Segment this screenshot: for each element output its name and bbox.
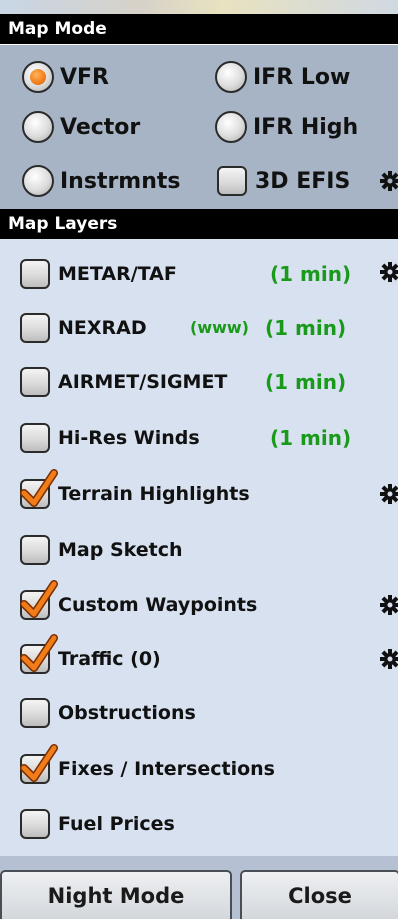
checkbox-unchecked-icon	[20, 259, 50, 289]
checkbox-unchecked-icon	[20, 423, 50, 453]
checkbox-unchecked-icon	[20, 809, 50, 839]
gear-icon-efis[interactable]	[380, 171, 400, 191]
map-layers-header: Map Layers	[0, 209, 405, 239]
layer-map-sketch-label: Map Sketch	[58, 539, 183, 561]
gear-icon-terrain[interactable]	[380, 484, 400, 504]
layer-airmet-sigmet-label: AIRMET/SIGMET	[58, 371, 228, 393]
layer-nexrad-label: NEXRAD	[58, 317, 147, 339]
layer-nexrad[interactable]: NEXRAD	[20, 308, 147, 348]
map-mode-panel: VFR IFR Low Vector IFR High Instrmnts 3D…	[0, 45, 405, 209]
radio-selected-icon	[22, 61, 54, 93]
layer-hi-res-winds[interactable]: Hi-Res Winds	[20, 418, 200, 458]
layer-fuel-prices-label: Fuel Prices	[58, 813, 175, 835]
layer-fixes-intersections[interactable]: Fixes / Intersections	[20, 744, 275, 789]
layer-hi-res-winds-age: (1 min)	[270, 426, 352, 450]
layer-nexrad-www: (www)	[190, 318, 249, 337]
checkbox-unchecked-icon	[20, 367, 50, 397]
radio-unselected-icon	[22, 165, 54, 197]
gear-icon-metar[interactable]	[380, 262, 400, 282]
layer-traffic-label: Traffic (0)	[58, 648, 161, 670]
layer-airmet-sigmet-age: (1 min)	[265, 370, 347, 394]
layer-metar-taf-age: (1 min)	[270, 262, 352, 286]
layer-custom-waypoints-label: Custom Waypoints	[58, 594, 258, 616]
close-button[interactable]: Close	[240, 870, 400, 919]
checkmark-icon	[20, 580, 58, 618]
layer-map-sketch[interactable]: Map Sketch	[20, 530, 183, 570]
layer-custom-waypoints[interactable]: Custom Waypoints	[20, 580, 258, 625]
layer-fuel-prices[interactable]: Fuel Prices	[20, 804, 175, 844]
radio-vector[interactable]: Vector	[22, 107, 140, 147]
radio-vfr-label: VFR	[60, 64, 109, 90]
checkbox-unchecked-icon	[20, 535, 50, 565]
layer-metar-taf[interactable]: METAR/TAF	[20, 254, 177, 294]
layer-traffic[interactable]: Traffic (0)	[20, 634, 161, 679]
checkbox-checked-icon	[20, 469, 58, 509]
layer-obstructions[interactable]: Obstructions	[20, 693, 196, 733]
checkbox-unchecked-icon	[20, 313, 50, 343]
right-edge	[398, 0, 405, 919]
checkbox-3d-efis-label: 3D EFIS	[255, 168, 351, 194]
radio-instruments[interactable]: Instrmnts	[22, 161, 181, 201]
checkbox-unchecked-icon	[217, 166, 247, 196]
radio-unselected-icon	[215, 111, 247, 143]
map-background-strip	[0, 0, 405, 14]
checkmark-icon	[20, 634, 58, 672]
checkbox-checked-icon	[20, 634, 58, 674]
checkbox-checked-icon	[20, 744, 58, 784]
layer-airmet-sigmet[interactable]: AIRMET/SIGMET	[20, 362, 227, 402]
gear-icon-traffic[interactable]	[380, 649, 400, 669]
radio-vfr[interactable]: VFR	[22, 57, 109, 97]
layer-metar-taf-label: METAR/TAF	[58, 263, 177, 285]
gear-icon-waypoints[interactable]	[380, 595, 400, 615]
night-mode-button[interactable]: Night Mode	[0, 870, 232, 919]
checkbox-3d-efis[interactable]: 3D EFIS	[217, 161, 350, 201]
checkbox-unchecked-icon	[20, 698, 50, 728]
checkmark-icon	[20, 469, 58, 507]
radio-ifr-low-label: IFR Low	[253, 64, 351, 90]
radio-instruments-label: Instrmnts	[60, 168, 181, 194]
map-mode-header: Map Mode	[0, 14, 405, 44]
layer-fixes-intersections-label: Fixes / Intersections	[58, 758, 275, 780]
radio-vector-label: Vector	[60, 114, 141, 140]
layer-terrain-highlights-label: Terrain Highlights	[58, 483, 250, 505]
checkbox-checked-icon	[20, 580, 58, 620]
layer-hi-res-winds-label: Hi-Res Winds	[58, 427, 200, 449]
radio-ifr-low[interactable]: IFR Low	[215, 57, 350, 97]
layer-terrain-highlights[interactable]: Terrain Highlights	[20, 469, 250, 514]
radio-unselected-icon	[22, 111, 54, 143]
radio-ifr-high-label: IFR High	[253, 114, 359, 140]
radio-ifr-high[interactable]: IFR High	[215, 107, 358, 147]
layer-obstructions-label: Obstructions	[58, 702, 196, 724]
checkmark-icon	[20, 744, 58, 782]
layer-nexrad-age: (1 min)	[265, 316, 347, 340]
radio-unselected-icon	[215, 61, 247, 93]
